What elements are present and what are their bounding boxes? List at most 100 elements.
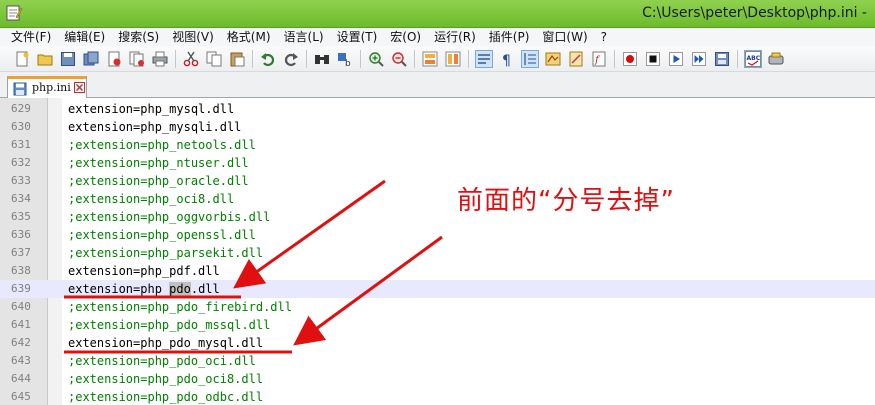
commented-extension[interactable]: ;extension=php_pdo_oci8.dll: [68, 370, 263, 388]
doc-map-icon[interactable]: [568, 51, 584, 67]
replace-icon[interactable]: b: [337, 51, 353, 67]
line-number: 642: [11, 336, 31, 349]
new-file-icon[interactable]: [14, 51, 30, 67]
selection-highlight: pdo: [169, 282, 191, 296]
copy-icon[interactable]: [206, 51, 222, 67]
close-all-icon[interactable]: [129, 51, 145, 67]
close-icon[interactable]: [106, 51, 122, 67]
menu-run[interactable]: 运行(R): [427, 28, 482, 46]
active-extension[interactable]: extension=php_mysql.dll: [68, 100, 234, 118]
play-macro-icon[interactable]: [668, 51, 684, 67]
menu-macro[interactable]: 宏(O): [383, 28, 427, 46]
code-text-before: extension=php_: [68, 282, 170, 296]
user-language-icon[interactable]: [545, 51, 561, 67]
active-extension[interactable]: extension=php_pdo.dll: [68, 280, 220, 298]
tab-bar: php.ini: [0, 72, 875, 98]
code-line[interactable]: 643 ;extension=php_pdo_oci.dll: [0, 352, 875, 370]
run-macro-multiple-icon[interactable]: [691, 51, 707, 67]
line-number: 630: [11, 120, 31, 133]
code-line[interactable]: 630 extension=php_mysqli.dll: [0, 118, 875, 136]
commented-extension[interactable]: ;extension=php_ntuser.dll: [68, 154, 249, 172]
menu-help[interactable]: ?: [594, 28, 613, 46]
save-macro-icon[interactable]: [714, 51, 730, 67]
commented-extension[interactable]: ;extension=php_oracle.dll: [68, 172, 249, 190]
tab-php-ini[interactable]: php.ini: [7, 76, 87, 98]
code-line[interactable]: 638 extension=php_pdf.dll: [0, 262, 875, 280]
commented-extension[interactable]: ;extension=php_oci8.dll: [68, 190, 234, 208]
tab-close-icon[interactable]: [74, 82, 85, 93]
code-line[interactable]: 645 ;extension=php_pdo_odbc.dll: [0, 388, 875, 405]
code-line[interactable]: 632 ;extension=php_ntuser.dll: [0, 154, 875, 172]
toolbar-separator: [360, 49, 361, 68]
commented-extension[interactable]: ;extension=php_parsekit.dll: [68, 244, 263, 262]
line-number: 638: [11, 264, 31, 277]
code-line[interactable]: 634 ;extension=php_oci8.dll: [0, 190, 875, 208]
commented-extension[interactable]: ;extension=php_pdo_oci.dll: [68, 352, 256, 370]
redo-icon[interactable]: [283, 51, 299, 67]
plugin-icon[interactable]: [768, 51, 784, 67]
code-line[interactable]: 644 ;extension=php_pdo_oci8.dll: [0, 370, 875, 388]
toolbar-separator: [614, 49, 615, 68]
paste-icon[interactable]: [229, 51, 245, 67]
line-number: 632: [11, 156, 31, 169]
code-line[interactable]: 642 extension=php_pdo_mysql.dll: [0, 334, 875, 352]
save-icon[interactable]: [60, 51, 76, 67]
menu-view[interactable]: 视图(V): [165, 28, 220, 46]
code-text-after: .dll: [190, 282, 220, 296]
menu-edit[interactable]: 编辑(E): [57, 28, 111, 46]
menu-search[interactable]: 搜索(S): [111, 28, 165, 46]
save-all-icon[interactable]: [83, 51, 99, 67]
stop-macro-icon[interactable]: [645, 51, 661, 67]
show-all-chars-icon[interactable]: ¶: [499, 51, 515, 67]
print-icon[interactable]: [152, 51, 168, 67]
commented-extension[interactable]: ;extension=php_pdo_firebird.dll: [68, 298, 292, 316]
line-number: 635: [11, 210, 31, 223]
menu-plugins[interactable]: 插件(P): [482, 28, 536, 46]
undo-icon[interactable]: [260, 51, 276, 67]
find-icon[interactable]: [314, 51, 330, 67]
zoom-out-icon[interactable]: [391, 51, 407, 67]
indent-guide-icon[interactable]: [521, 49, 539, 68]
saved-file-icon: [13, 82, 27, 96]
line-number: 645: [11, 390, 31, 403]
toolbar-separator: [737, 49, 738, 68]
zoom-in-icon[interactable]: [368, 51, 384, 67]
line-number: 637: [11, 246, 31, 259]
open-file-icon[interactable]: [37, 51, 53, 67]
commented-extension[interactable]: ;extension=php_openssl.dll: [68, 226, 256, 244]
menu-format[interactable]: 格式(M): [220, 28, 277, 46]
function-list-icon[interactable]: f: [591, 51, 607, 67]
commented-extension[interactable]: ;extension=php_netools.dll: [68, 136, 256, 154]
commented-extension[interactable]: ;extension=php_pdo_odbc.dll: [68, 388, 263, 405]
commented-extension[interactable]: ;extension=php_pdo_mssql.dll: [68, 316, 270, 334]
notepad-plus-plus-icon[interactable]: [5, 4, 23, 22]
svg-text:b: b: [345, 59, 351, 67]
code-line[interactable]: 635 ;extension=php_oggvorbis.dll: [0, 208, 875, 226]
code-line[interactable]: 639 extension=php_pdo.dll: [0, 280, 875, 298]
code-line[interactable]: 636 ;extension=php_openssl.dll: [0, 226, 875, 244]
menu-language[interactable]: 语言(L): [277, 28, 330, 46]
sync-vertical-icon[interactable]: [422, 51, 438, 67]
active-extension[interactable]: extension=php_pdo_mysql.dll: [68, 334, 263, 352]
code-line[interactable]: 631 ;extension=php_netools.dll: [0, 136, 875, 154]
menu-window[interactable]: 窗口(W): [535, 28, 593, 46]
active-extension[interactable]: extension=php_mysqli.dll: [68, 118, 241, 136]
code-line[interactable]: 633 ;extension=php_oracle.dll: [0, 172, 875, 190]
menu-settings[interactable]: 设置(T): [330, 28, 384, 46]
code-line[interactable]: 629 extension=php_mysql.dll: [0, 100, 875, 118]
svg-text:¶: ¶: [502, 53, 511, 67]
editor[interactable]: 629 extension=php_mysql.dll 630 extension=p…: [0, 98, 875, 405]
spell-check-icon[interactable]: ABC: [744, 49, 762, 68]
word-wrap-icon[interactable]: [475, 49, 493, 68]
menu-file[interactable]: 文件(F): [4, 28, 57, 46]
window-title: C:\Users\peter\Desktop\php.ini -: [642, 5, 867, 21]
record-macro-icon[interactable]: [622, 51, 638, 67]
sync-horizontal-icon[interactable]: [445, 51, 461, 67]
code-line[interactable]: 640 ;extension=php_pdo_firebird.dll: [0, 298, 875, 316]
commented-extension[interactable]: ;extension=php_oggvorbis.dll: [68, 208, 270, 226]
active-extension[interactable]: extension=php_pdf.dll: [68, 262, 220, 280]
code-line[interactable]: 637 ;extension=php_parsekit.dll: [0, 244, 875, 262]
toolbar-separator: [468, 49, 469, 68]
cut-icon[interactable]: [183, 51, 199, 67]
code-line[interactable]: 641 ;extension=php_pdo_mssql.dll: [0, 316, 875, 334]
